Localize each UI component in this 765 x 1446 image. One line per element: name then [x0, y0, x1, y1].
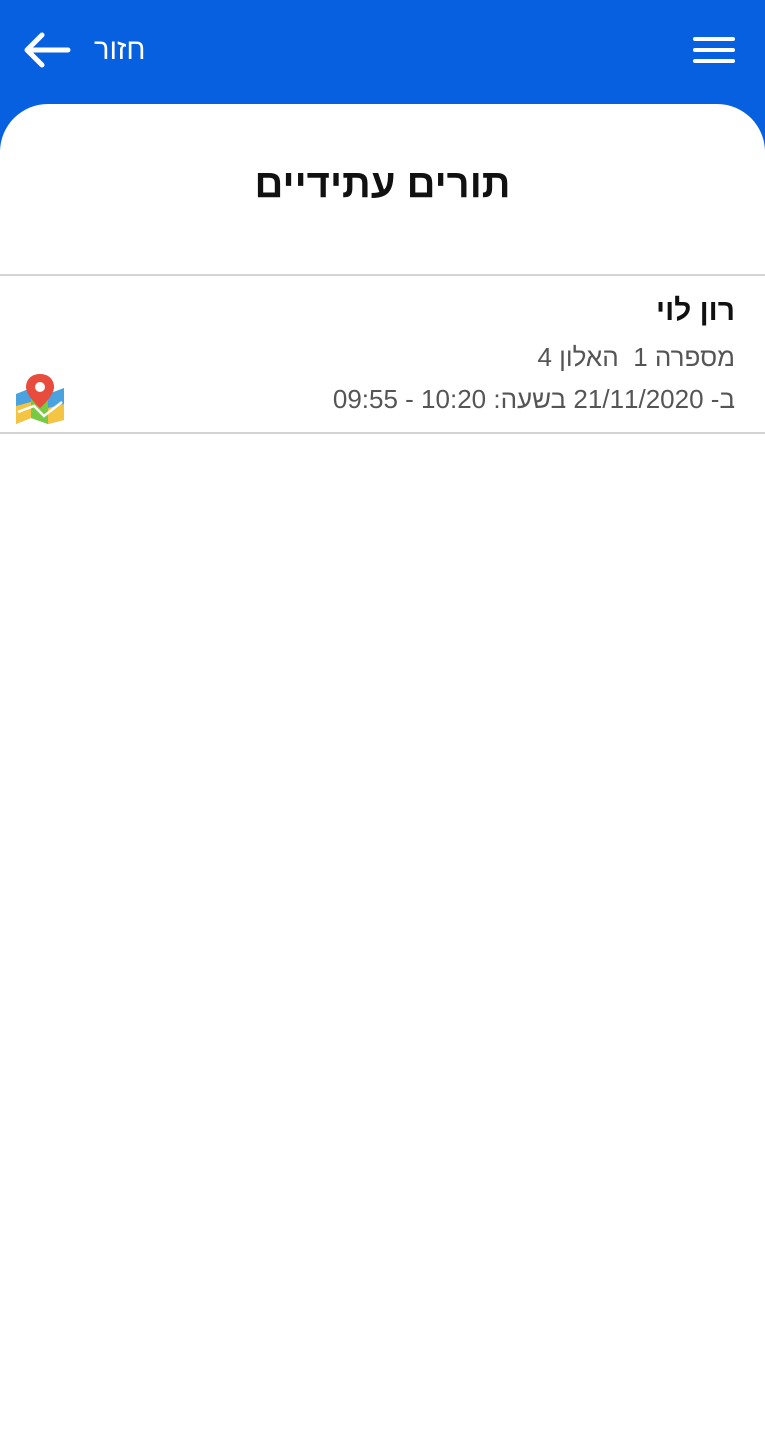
appointment-list-item[interactable]: רון לוי מספרה 1 האלון 4 ב- 21/11/2020 בש… [0, 276, 765, 432]
arrow-left-icon [24, 32, 71, 68]
future-appointments-screen: חזור תורים עתידיים רון לוי מספרה 1 האלון… [0, 0, 765, 1446]
hamburger-menu-icon[interactable] [693, 34, 735, 66]
page-title: תורים עתידיים [254, 162, 511, 206]
divider [0, 432, 765, 434]
menu-line [693, 48, 735, 52]
menu-line [693, 37, 735, 41]
appointment-customer-name: רון לוי [656, 294, 735, 327]
back-label: חזור [94, 33, 146, 66]
map-location-icon[interactable] [14, 372, 66, 424]
back-button[interactable]: חזור [20, 22, 146, 78]
menu-line [693, 59, 735, 63]
appointment-date-time: ב- 21/11/2020 בשעה: 10:20 - 09:55 [332, 384, 735, 414]
appointment-address: מספרה 1 האלון 4 [537, 342, 735, 372]
content-card: תורים עתידיים רון לוי מספרה 1 האלון 4 ב-… [0, 104, 765, 1446]
